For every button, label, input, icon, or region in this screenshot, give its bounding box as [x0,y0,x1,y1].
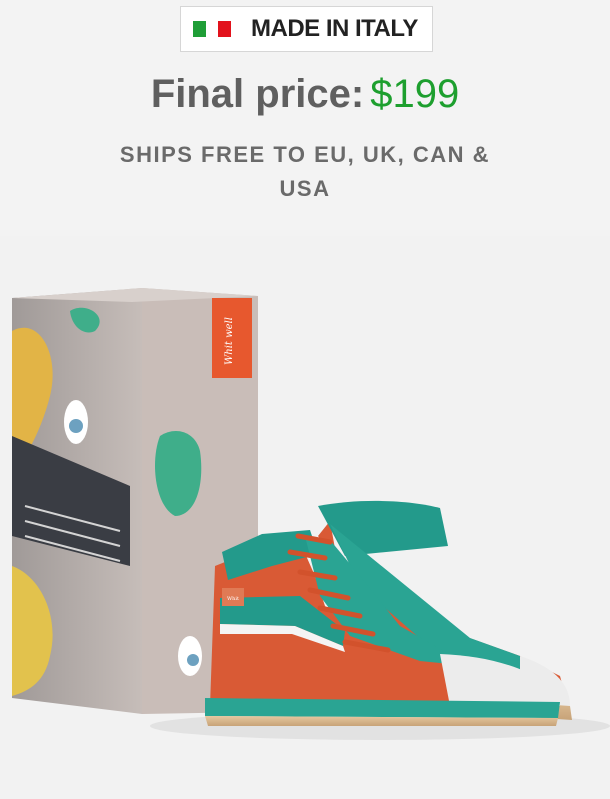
price-value: $199 [370,72,460,116]
product-image: Whit well Whit [12,288,610,740]
shipping-info: SHIPS FREE TO EU, UK, CAN & USA [119,142,491,201]
italy-flag-icon [193,21,231,37]
final-price: Final price: $199 [0,72,610,117]
svg-text:Whit: Whit [227,596,239,602]
price-label: Final price: [150,72,365,116]
product-page: MADE IN ITALY Final price: $199 SHIPS FRE… [0,0,610,799]
badge-label: MADE IN ITALY [251,15,418,42]
header-section: MADE IN ITALY Final price: $199 SHIPS FRE… [0,0,610,236]
box-label-text: Whit well [224,317,235,365]
product-image-area: Whit well Whit [0,236,610,799]
made-in-italy-badge: MADE IN ITALY [180,6,433,52]
shoe-front: Whit [205,530,560,726]
